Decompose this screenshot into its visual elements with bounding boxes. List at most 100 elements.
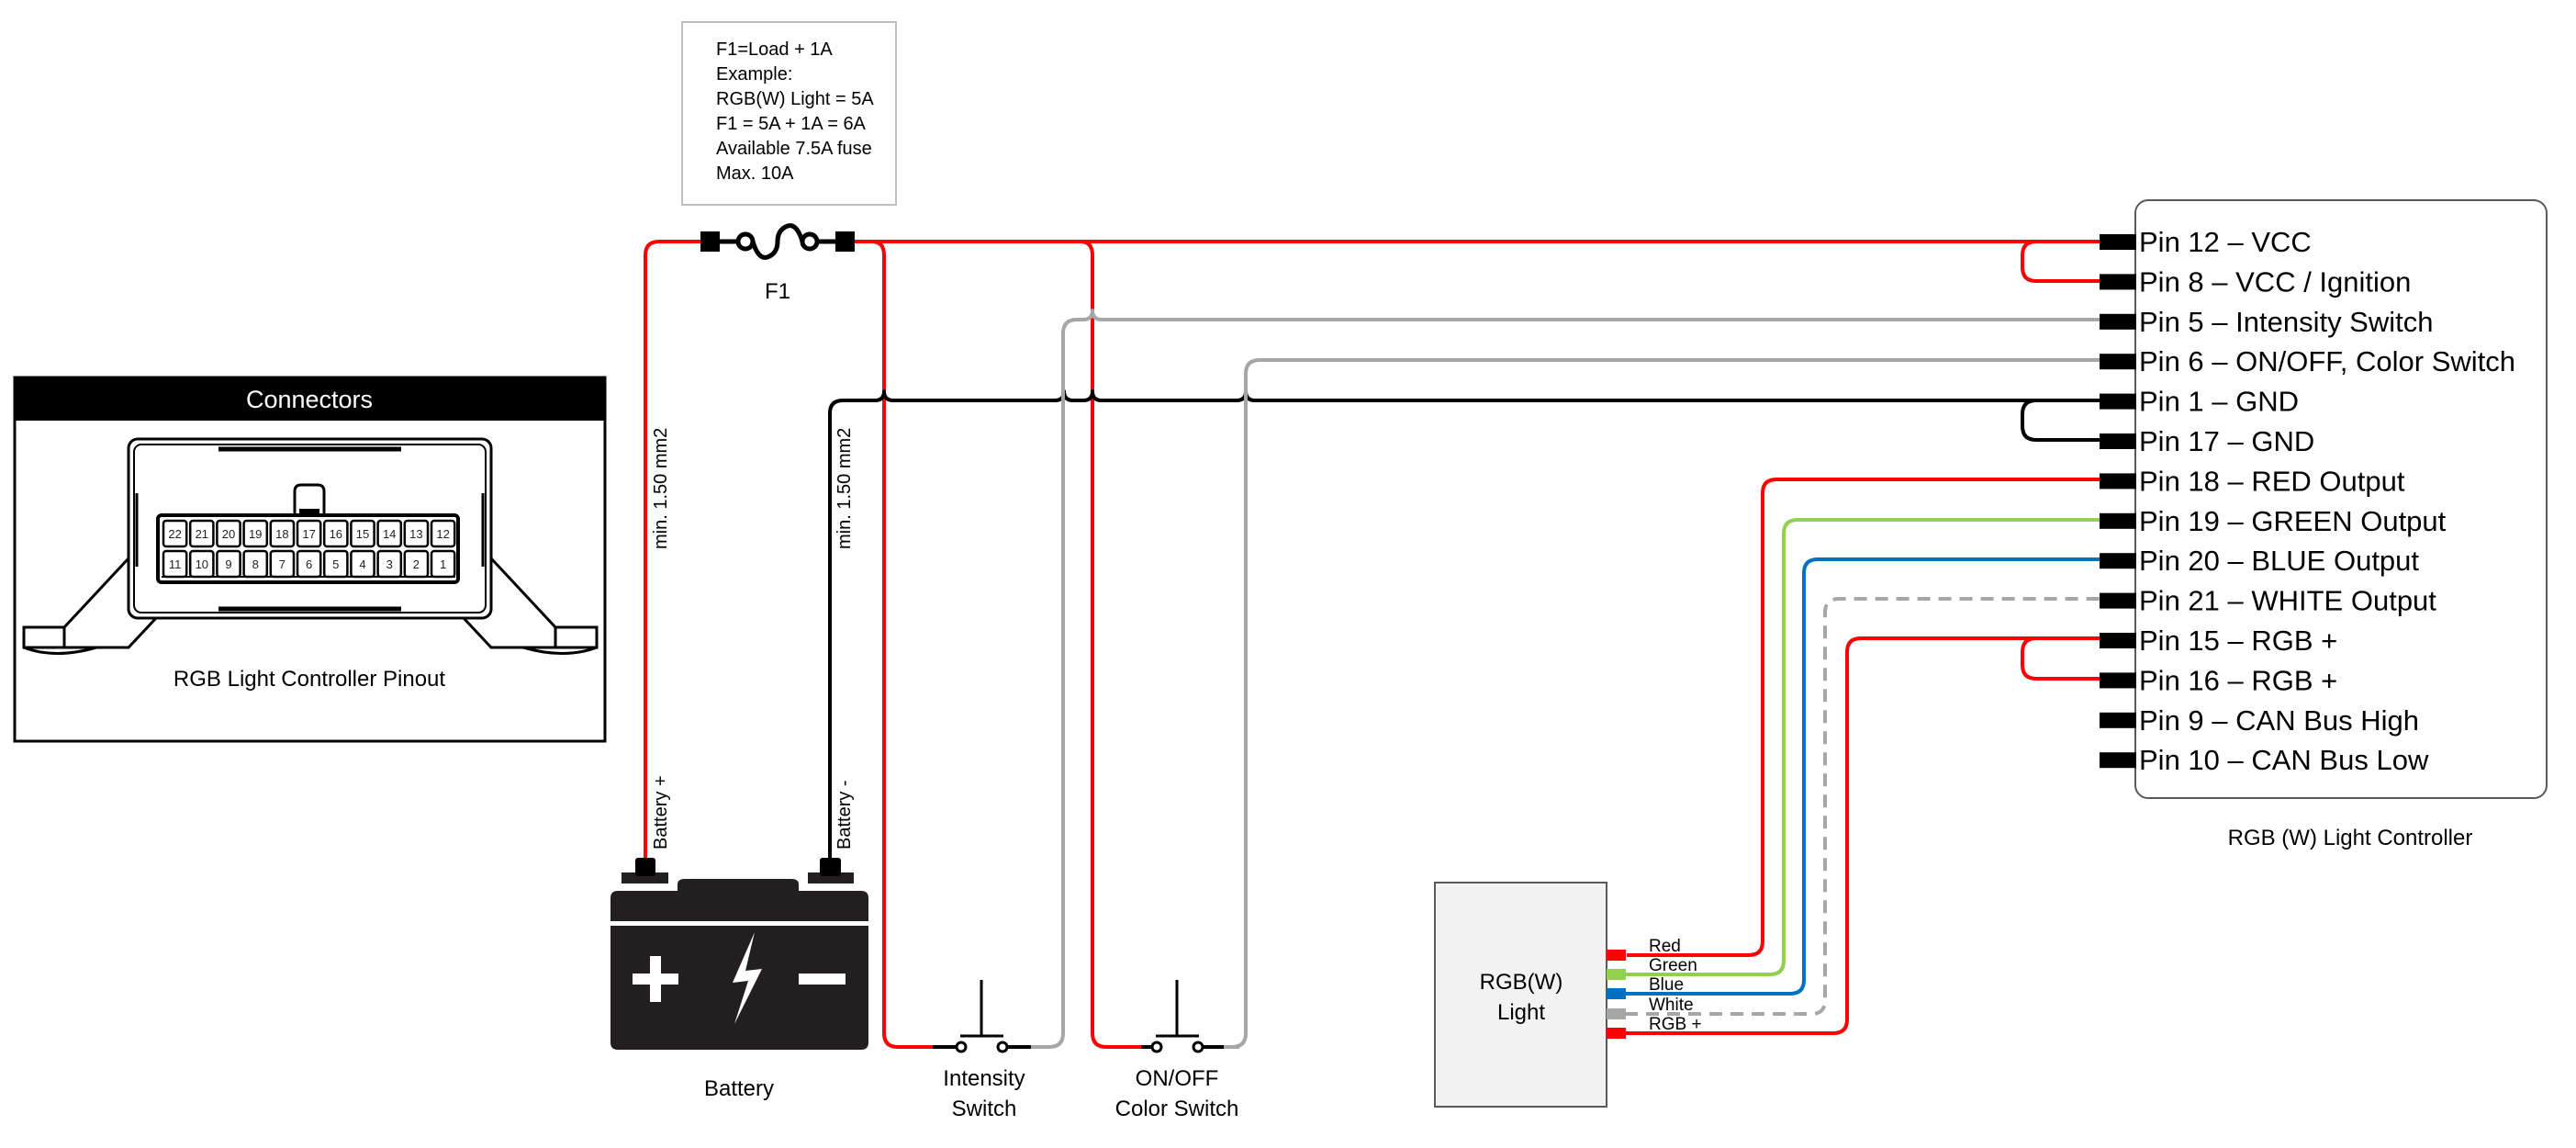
- lead-terminal: [1607, 950, 1626, 961]
- lead-label: Red: [1649, 937, 1681, 956]
- pin-label: Pin 1 – GND: [2139, 386, 2299, 418]
- connector-pin-number: 4: [359, 557, 365, 571]
- connector-pin: 7: [269, 549, 296, 579]
- connector-pin: 15: [350, 519, 375, 548]
- pin-label: Pin 8 – VCC / Ignition: [2139, 265, 2411, 298]
- pin-terminal: [2100, 553, 2136, 569]
- connector-pin-number: 13: [409, 527, 422, 541]
- pin-label: Pin 5 – Intensity Switch: [2139, 306, 2434, 338]
- pin-terminal: [2100, 274, 2136, 290]
- lead-label: RGB +: [1649, 1015, 1702, 1034]
- connector-pin: 11: [162, 549, 188, 579]
- fuse-sizing-note: F1=Load + 1A Example: RGB(W) Light = 5A …: [681, 21, 897, 206]
- pin-terminal: [2100, 752, 2136, 769]
- wire-green-output: [1625, 518, 2100, 976]
- connector-pin: 17: [296, 519, 322, 548]
- connector-pin-number: 20: [222, 527, 235, 541]
- connector-pin-number: 6: [306, 557, 312, 571]
- lead-label: Blue: [1649, 975, 1684, 995]
- pin-terminal: [2100, 712, 2136, 728]
- pin-label: Pin 16 – RGB +: [2139, 664, 2337, 696]
- pin-terminal: [2100, 393, 2136, 410]
- minus-icon: [799, 974, 846, 985]
- connector-pin-number: 2: [413, 557, 420, 571]
- pin-terminal: [2100, 433, 2136, 449]
- controller-pin: Pin 19 – GREEN Output: [2100, 505, 2447, 537]
- connectors-title: Connectors: [246, 386, 373, 413]
- pin-terminal: [2100, 592, 2136, 609]
- pin-label: Pin 19 – GREEN Output: [2139, 505, 2447, 537]
- onoff-color-switch[interactable]: ON/OFF Color Switch: [1115, 980, 1239, 1121]
- connector-pin: 5: [322, 549, 349, 579]
- battery-negative-label: Battery -: [834, 780, 855, 850]
- onoff-switch-label-1: ON/OFF: [1136, 1066, 1219, 1091]
- wire-vcc-onoff-switch: [1080, 240, 1141, 1049]
- pin-label: Pin 12 – VCC: [2139, 226, 2312, 258]
- connector-pin-number: 19: [249, 527, 262, 541]
- connector-pin: 13: [403, 519, 430, 548]
- connector-pin-number: 3: [386, 557, 393, 571]
- wire-white-output: [1625, 597, 2100, 1016]
- pin-label: Pin 15 – RGB +: [2139, 625, 2337, 657]
- connector-pin: 18: [269, 519, 296, 548]
- wiring-diagram: F1=Load + 1A Example: RGB(W) Light = 5A …: [13, 21, 2548, 1121]
- wire-vcc-intensity-switch: [871, 240, 933, 1049]
- controller-pin: Pin 8 – VCC / Ignition: [2100, 265, 2411, 298]
- intensity-switch-label-1: Intensity: [943, 1066, 1025, 1091]
- lead-label: White: [1649, 996, 1694, 1015]
- battery-positive-label: Battery +: [651, 775, 671, 850]
- pin-label: Pin 17 – GND: [2139, 425, 2314, 457]
- connector-pin-number: 7: [279, 557, 286, 571]
- connector-pin: 16: [322, 519, 349, 548]
- intensity-switch-label-2: Switch: [952, 1097, 1017, 1121]
- fuse-label: F1: [765, 279, 790, 304]
- connector-pin: 19: [242, 519, 269, 548]
- connector-pin-number: 17: [302, 527, 315, 541]
- connector-pin: 9: [216, 549, 241, 579]
- pin-terminal: [2100, 313, 2136, 330]
- pin-terminal: [2100, 473, 2136, 490]
- connector-pin-number: 9: [225, 557, 231, 571]
- connector-pin-number: 10: [196, 557, 208, 571]
- connector-pin: 4: [350, 549, 375, 579]
- connector-pin: 14: [376, 519, 403, 548]
- light-label-2: Light: [1497, 1000, 1545, 1025]
- connectors-caption: RGB Light Controller Pinout: [174, 667, 445, 692]
- light-label-1: RGB(W): [1480, 970, 1563, 995]
- controller-pin: Pin 12 – VCC: [2100, 226, 2312, 258]
- battery-label: Battery: [704, 1076, 774, 1101]
- note-line: F1=Load + 1A: [716, 39, 833, 60]
- pin-label: Pin 20 – BLUE Output: [2139, 545, 2419, 577]
- connector-pin: 22: [162, 519, 188, 548]
- wire-rgb-plus-loop: [2021, 636, 2100, 681]
- pin-label: Pin 21 – WHITE Output: [2139, 585, 2436, 617]
- controller-pin: Pin 18 – RED Output: [2100, 465, 2405, 497]
- pin-terminal: [2100, 672, 2136, 689]
- lead-terminal: [1607, 969, 1626, 980]
- controller-pin: Pin 6 – ON/OFF, Color Switch: [2100, 345, 2515, 377]
- wire-vcc-pin8-loop: [2021, 240, 2100, 283]
- connector-pin-number: 14: [383, 527, 396, 541]
- lead-terminal: [1607, 988, 1626, 999]
- connector-pin-number: 1: [440, 557, 446, 571]
- wire-gauge-negative: min. 1.50 mm2: [834, 428, 855, 549]
- connector-pin: 6: [296, 549, 322, 579]
- connector-pin-number: 15: [356, 527, 369, 541]
- controller-pin: Pin 9 – CAN Bus High: [2100, 704, 2419, 737]
- connector-pin: 8: [242, 549, 269, 579]
- pin-terminal: [2100, 234, 2136, 250]
- note-line: Max. 10A: [716, 163, 794, 184]
- connector-pin-number: 16: [330, 527, 342, 541]
- controller-pin: Pin 21 – WHITE Output: [2100, 585, 2436, 617]
- pin-label: Pin 18 – RED Output: [2139, 465, 2405, 497]
- pin-label: Pin 10 – CAN Bus Low: [2139, 744, 2429, 776]
- lead-label: Green: [1649, 956, 1697, 975]
- controller-pin: Pin 10 – CAN Bus Low: [2100, 744, 2429, 776]
- connector-pin-number: 12: [436, 527, 449, 541]
- controller-pin: Pin 20 – BLUE Output: [2100, 545, 2419, 577]
- intensity-switch[interactable]: Intensity Switch: [933, 980, 1031, 1121]
- connector-pin-number: 11: [169, 557, 182, 571]
- connector-pin: 1: [430, 549, 456, 579]
- wire-battery-positive: [644, 240, 702, 859]
- controller-pin: Pin 5 – Intensity Switch: [2100, 306, 2434, 338]
